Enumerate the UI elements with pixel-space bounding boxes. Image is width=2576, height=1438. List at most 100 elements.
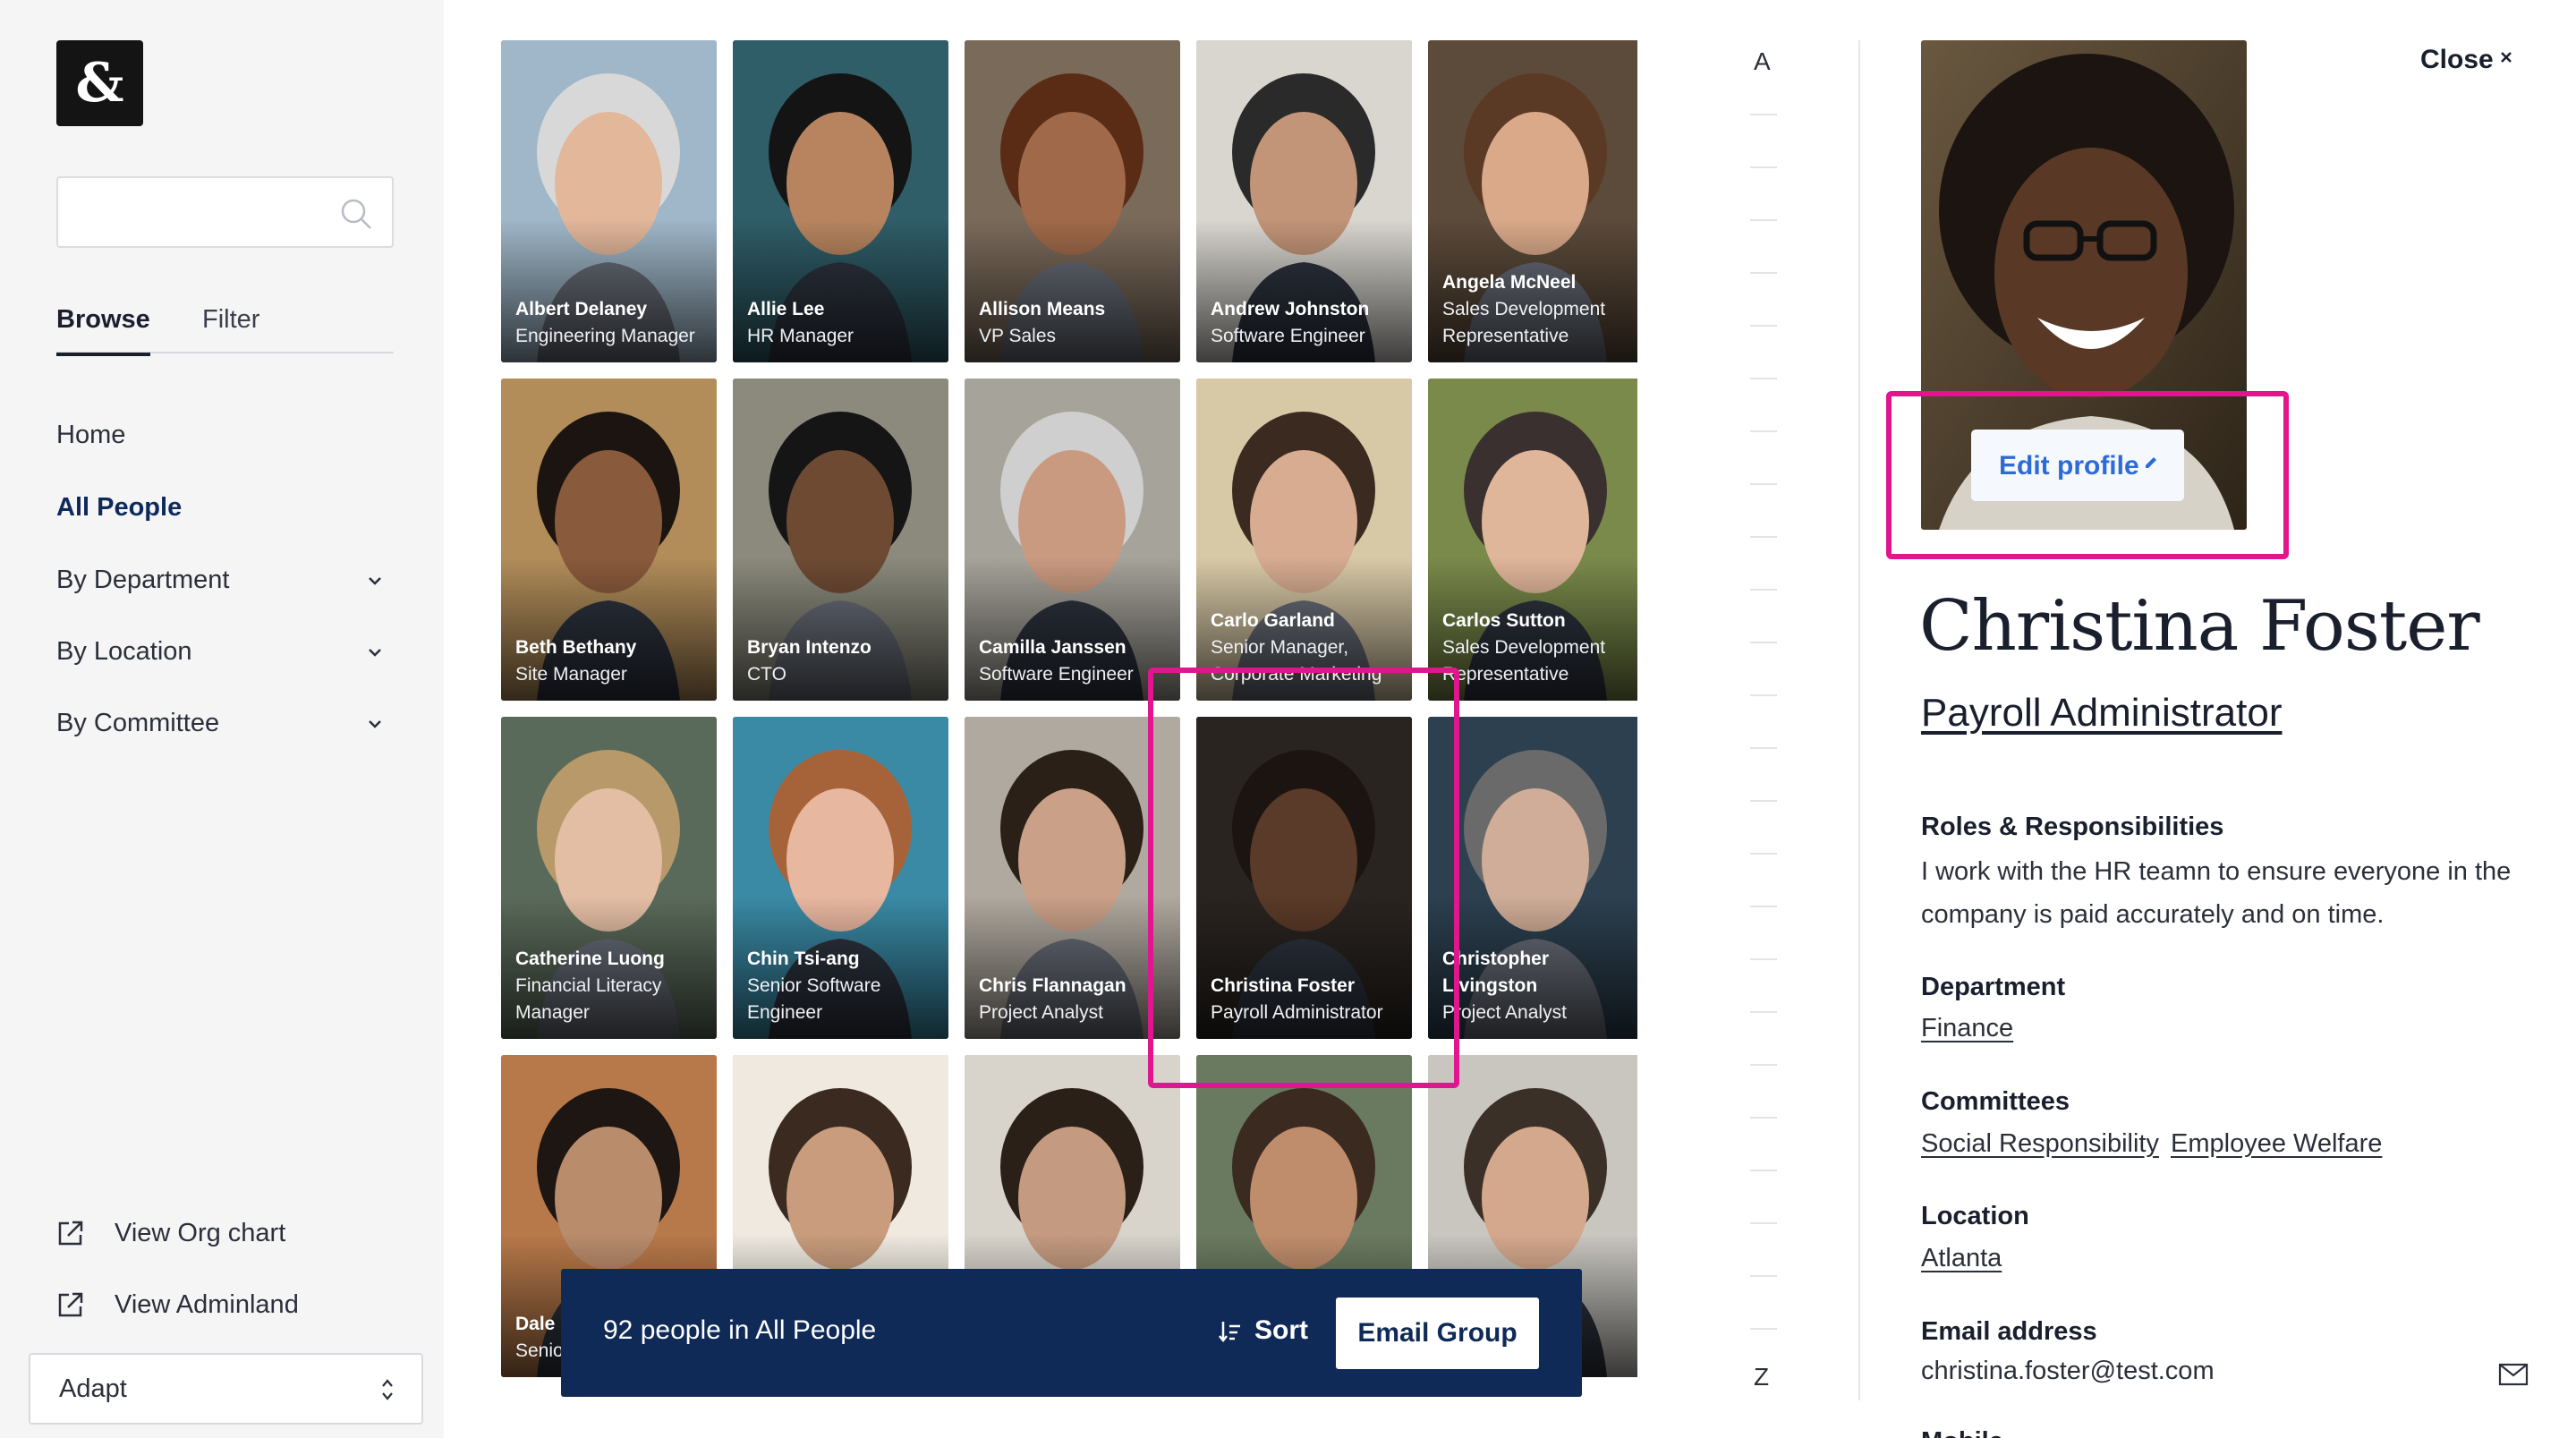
- card-person-name: Beth Bethany: [515, 637, 637, 658]
- card-info: Chin Tsi-ang Senior Software Engineer: [747, 946, 939, 1026]
- person-card[interactable]: Angela McNeel Sales Development Represent…: [1428, 40, 1637, 362]
- alphabet-letter-last[interactable]: Z: [1754, 1363, 1769, 1391]
- chevron-down-icon[interactable]: [367, 574, 383, 587]
- group-action-bar: 92 people in All People Sort Email Group: [561, 1269, 1582, 1397]
- person-card[interactable]: Allison Means VP Sales: [965, 40, 1180, 362]
- email-group-button[interactable]: Email Group: [1336, 1298, 1539, 1369]
- card-person-name: Carlos Sutton: [1442, 610, 1566, 631]
- mail-icon[interactable]: [2498, 1363, 2529, 1386]
- roles-text: I work with the HR teamn to ensure every…: [1921, 857, 2512, 929]
- person-card[interactable]: Beth Bethany Site Manager: [501, 379, 717, 701]
- roles-heading: Roles & Responsibilities: [1921, 813, 2224, 841]
- alphabet-tick[interactable]: [1750, 272, 1777, 274]
- nav-home[interactable]: Home: [56, 421, 394, 450]
- sort-button[interactable]: Sort: [1254, 1315, 1308, 1346]
- nav-by-department[interactable]: By Department: [56, 566, 394, 595]
- card-person-name: Angela McNeel: [1442, 272, 1577, 293]
- person-card[interactable]: Chin Tsi-ang Senior Software Engineer: [733, 717, 948, 1039]
- alphabet-tick[interactable]: [1750, 642, 1777, 643]
- nav-all-people-label: All People: [56, 493, 183, 522]
- alphabet-tick[interactable]: [1750, 1117, 1777, 1119]
- sort-icon[interactable]: [1219, 1319, 1242, 1344]
- alphabet-tick[interactable]: [1750, 1328, 1777, 1330]
- close-icon[interactable]: [2499, 50, 2513, 64]
- alphabet-tick[interactable]: [1750, 1275, 1777, 1277]
- person-card[interactable]: Andrew Johnston Software Engineer: [1196, 40, 1412, 362]
- card-info: Chris Flannagan Project Analyst: [979, 973, 1171, 1026]
- select-arrows-icon: [382, 1379, 393, 1400]
- nav-home-label: Home: [56, 421, 126, 449]
- nav-by-location[interactable]: By Location: [56, 637, 394, 667]
- card-person-name: Allison Means: [979, 299, 1106, 319]
- card-person-name: Bryan Intenzo: [747, 637, 871, 658]
- workspace-select[interactable]: Adapt: [29, 1353, 423, 1425]
- person-card[interactable]: Allie Lee HR Manager: [733, 40, 948, 362]
- nav-by-department-label: By Department: [56, 566, 230, 594]
- person-card[interactable]: Carlo Garland Senior Manager, Corporate M…: [1196, 379, 1412, 701]
- view-adminland-label: View Adminland: [115, 1290, 299, 1319]
- chevron-down-icon[interactable]: [367, 718, 383, 730]
- tab-browse[interactable]: Browse: [56, 305, 150, 356]
- card-person-title: Senior Software Engineer: [747, 975, 881, 1023]
- location-heading: Location: [1921, 1202, 2029, 1230]
- alphabet-tick[interactable]: [1750, 800, 1777, 802]
- committee-link[interactable]: Employee Welfare: [2171, 1129, 2382, 1159]
- person-card[interactable]: Carlos Sutton Sales Development Represent…: [1428, 379, 1637, 701]
- person-card[interactable]: Albert Delaney Engineering Manager: [501, 40, 717, 362]
- view-org-chart-label: View Org chart: [115, 1219, 286, 1247]
- search-icon[interactable]: [338, 196, 374, 232]
- committee-link[interactable]: Social Responsibility: [1921, 1129, 2159, 1159]
- alphabet-tick[interactable]: [1750, 1064, 1777, 1066]
- nav-all-people[interactable]: All People: [56, 493, 394, 523]
- search-box[interactable]: [56, 176, 394, 248]
- alphabet-tick[interactable]: [1750, 694, 1777, 696]
- card-person-name: Albert Delaney: [515, 299, 648, 319]
- alphabet-tick[interactable]: [1750, 747, 1777, 749]
- alphabet-tick[interactable]: [1750, 378, 1777, 379]
- profile-name: Christina Foster: [1919, 586, 2480, 667]
- alphabet-tick[interactable]: [1750, 958, 1777, 960]
- person-card[interactable]: Christopher Livingston Project Analyst: [1428, 717, 1637, 1039]
- department-link[interactable]: Finance: [1921, 1014, 2013, 1043]
- card-person-name: Chin Tsi-ang: [747, 949, 860, 969]
- card-info: Catherine Luong Financial Literacy Manage…: [515, 946, 708, 1026]
- person-card[interactable]: Catherine Luong Financial Literacy Manage…: [501, 717, 717, 1039]
- alphabet-rail[interactable]: A Z: [1747, 40, 1782, 1409]
- panel-divider: [1858, 40, 1860, 1400]
- location-link[interactable]: Atlanta: [1921, 1244, 2002, 1273]
- alphabet-tick[interactable]: [1750, 536, 1777, 538]
- card-person-name: Camilla Janssen: [979, 637, 1126, 658]
- nav-by-committee[interactable]: By Committee: [56, 709, 394, 738]
- alphabet-tick[interactable]: [1750, 1222, 1777, 1224]
- alphabet-tick[interactable]: [1750, 1011, 1777, 1013]
- chevron-down-icon[interactable]: [367, 646, 383, 659]
- card-person-title: Site Manager: [515, 664, 627, 685]
- alphabet-letter-first[interactable]: A: [1754, 47, 1771, 76]
- alphabet-tick[interactable]: [1750, 589, 1777, 591]
- card-person-title: Software Engineer: [979, 664, 1134, 685]
- close-button[interactable]: Close: [2420, 45, 2494, 75]
- tab-filter[interactable]: Filter: [202, 305, 259, 335]
- email-value[interactable]: christina.foster@test.com: [1921, 1349, 2512, 1392]
- alphabet-tick[interactable]: [1750, 114, 1777, 115]
- card-info: Allie Lee HR Manager: [747, 296, 939, 350]
- person-card[interactable]: Bryan Intenzo CTO: [733, 379, 948, 701]
- mobile-heading: Mobile: [1921, 1427, 2003, 1438]
- person-card[interactable]: Camilla Janssen Software Engineer: [965, 379, 1180, 701]
- alphabet-tick[interactable]: [1750, 1170, 1777, 1171]
- card-person-title: Engineering Manager: [515, 326, 695, 346]
- alphabet-tick[interactable]: [1750, 219, 1777, 221]
- alphabet-tick[interactable]: [1750, 906, 1777, 907]
- profile-job-title[interactable]: Payroll Administrator: [1921, 691, 2282, 736]
- alphabet-tick[interactable]: [1750, 325, 1777, 327]
- external-link-icon: [58, 1292, 83, 1317]
- alphabet-tick[interactable]: [1750, 430, 1777, 432]
- card-person-title: Software Engineer: [1211, 326, 1365, 346]
- company-logo[interactable]: &: [56, 40, 143, 126]
- search-input[interactable]: [72, 191, 341, 234]
- alphabet-tick[interactable]: [1750, 853, 1777, 855]
- alphabet-tick[interactable]: [1750, 166, 1777, 168]
- card-person-name: Catherine Luong: [515, 949, 665, 969]
- alphabet-tick[interactable]: [1750, 483, 1777, 485]
- highlight-box-selected-card: [1148, 668, 1459, 1088]
